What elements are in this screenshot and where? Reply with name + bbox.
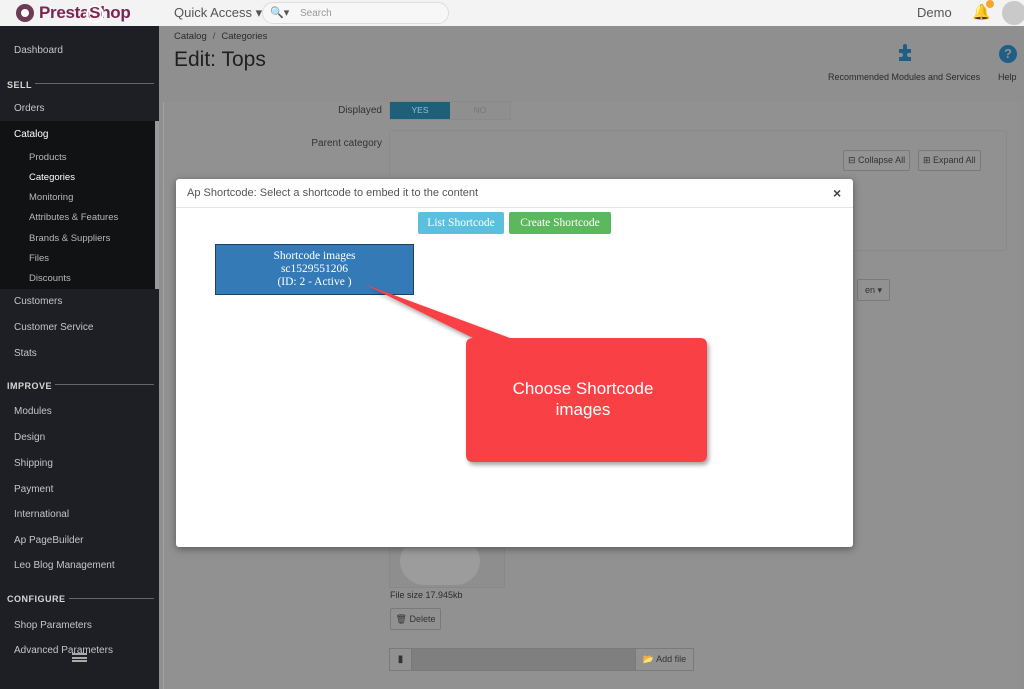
quick-access-dropdown[interactable]: Quick Access ▾: [174, 5, 262, 21]
sidebar-item-orders[interactable]: Orders: [14, 103, 45, 114]
sidebar-item-leo-blog[interactable]: Leo Blog Management: [14, 560, 115, 571]
sidebar-subitem-categories[interactable]: Categories: [29, 172, 75, 183]
admin-app: PrestaShop Quick Access ▾ 🔍▾ Search Demo…: [0, 0, 1024, 689]
sidebar-subitem-brands[interactable]: Brands & Suppliers: [29, 233, 110, 244]
divider: [35, 83, 154, 84]
breadcrumb-catalog[interactable]: Catalog: [174, 31, 207, 42]
delete-image-button[interactable]: 🗑 Delete: [390, 608, 441, 630]
sidebar-item-dashboard[interactable]: Dashboard: [14, 45, 63, 56]
top-navbar: PrestaShop Quick Access ▾ 🔍▾ Search Demo…: [0, 0, 1024, 26]
sidebar-subitem-products[interactable]: Products: [29, 152, 67, 163]
modal-title: Ap Shortcode: Select a shortcode to embe…: [187, 187, 479, 199]
sidebar-scrollbar[interactable]: [155, 121, 159, 289]
category-image-thumbnail: [389, 548, 505, 588]
collapse-all-button[interactable]: ⊟ Collapse All: [843, 150, 911, 171]
list-shortcode-button[interactable]: List Shortcode: [418, 212, 504, 234]
file-size: File size 17.945kb: [390, 590, 463, 600]
toggle-yes[interactable]: YES: [390, 102, 450, 119]
sidebar-subitem-attributes[interactable]: Attributes & Features: [29, 212, 118, 223]
help-link[interactable]: Help: [998, 72, 1017, 82]
section-sell: SELL: [7, 80, 33, 90]
modal-header: Ap Shortcode: Select a shortcode to embe…: [176, 179, 853, 208]
breadcrumb: Catalog / Categories: [174, 31, 267, 42]
breadcrumb-separator: /: [212, 31, 216, 42]
sidebar-item-catalog[interactable]: Catalog: [14, 129, 48, 140]
shortcode-modal: Ap Shortcode: Select a shortcode to embe…: [176, 179, 853, 547]
page-header: [159, 26, 1024, 102]
file-upload[interactable]: ▮ 📂 Add file: [389, 648, 694, 671]
sidebar-item-customers[interactable]: Customers: [14, 296, 62, 307]
sidebar-item-advanced-parameters[interactable]: Advanced Parameters: [14, 645, 113, 656]
sidebar-item-shipping[interactable]: Shipping: [14, 458, 53, 469]
recommended-modules-link[interactable]: Recommended Modules and Services: [828, 72, 980, 82]
section-improve: IMPROVE: [7, 381, 53, 391]
loading-cursor-icon: [86, 5, 104, 23]
sidebar-nav: Dashboard SELL Orders Catalog Products C…: [0, 26, 159, 689]
page-title: Edit: Tops: [174, 48, 266, 71]
puzzle-icon[interactable]: [895, 43, 917, 63]
puffin-logo-icon: [16, 4, 34, 22]
search-input[interactable]: Search: [300, 8, 332, 19]
sidebar-item-design[interactable]: Design: [14, 432, 45, 443]
tshirt-image: [400, 548, 480, 585]
file-name-field[interactable]: [412, 649, 635, 670]
search-bar[interactable]: 🔍▾ Search: [262, 2, 449, 24]
sidebar-item-international[interactable]: International: [14, 509, 69, 520]
displayed-toggle[interactable]: YES NO: [389, 101, 511, 120]
notification-badge: [986, 0, 994, 8]
prestashop-logo[interactable]: PrestaShop: [16, 3, 131, 23]
sidebar-subitem-monitoring[interactable]: Monitoring: [29, 192, 73, 203]
divider: [55, 384, 154, 385]
sidebar-item-shop-parameters[interactable]: Shop Parameters: [14, 620, 92, 631]
toggle-no[interactable]: NO: [450, 102, 510, 119]
divider: [69, 598, 154, 599]
sidebar-subitem-files[interactable]: Files: [29, 253, 49, 264]
sidebar-item-stats[interactable]: Stats: [14, 348, 37, 359]
logo-text: PrestaShop: [39, 3, 131, 22]
avatar[interactable]: [1002, 1, 1024, 25]
employee-name[interactable]: Demo: [917, 5, 952, 20]
shortcode-status: (ID: 2 - Active ): [277, 276, 352, 288]
hamburger-menu-icon[interactable]: [72, 653, 87, 662]
expand-all-button[interactable]: ⊞ Expand All: [918, 150, 981, 171]
parent-category-label: Parent category: [311, 138, 382, 149]
shortcode-key: sc1529551206: [280, 263, 349, 275]
language-select[interactable]: en ▾: [857, 279, 890, 301]
catalog-submenu: [0, 121, 157, 289]
close-icon[interactable]: ×: [833, 185, 841, 201]
shortcode-name: Shortcode images: [273, 250, 356, 262]
file-icon: ▮: [390, 649, 412, 670]
create-shortcode-button[interactable]: Create Shortcode: [509, 212, 611, 234]
section-configure: CONFIGURE: [7, 594, 66, 604]
sidebar-item-payment[interactable]: Payment: [14, 484, 53, 495]
displayed-label: Displayed: [338, 105, 382, 116]
add-file-button[interactable]: 📂 Add file: [635, 649, 693, 670]
sidebar-item-customer-service[interactable]: Customer Service: [14, 322, 93, 333]
search-icon[interactable]: 🔍▾: [270, 6, 289, 19]
breadcrumb-categories[interactable]: Categories: [221, 31, 267, 42]
help-icon[interactable]: ?: [999, 45, 1017, 63]
sidebar-item-ap-pagebuilder[interactable]: Ap PageBuilder: [14, 535, 84, 546]
shortcode-item[interactable]: Shortcode images sc1529551206 (ID: 2 - A…: [215, 244, 414, 295]
sidebar-item-modules[interactable]: Modules: [14, 406, 52, 417]
annotation-line-2: images: [555, 400, 611, 419]
annotation-line-1: Choose Shortcode: [512, 379, 654, 398]
sidebar-subitem-discounts[interactable]: Discounts: [29, 273, 71, 284]
annotation-text: Choose Shortcode images: [467, 378, 699, 420]
